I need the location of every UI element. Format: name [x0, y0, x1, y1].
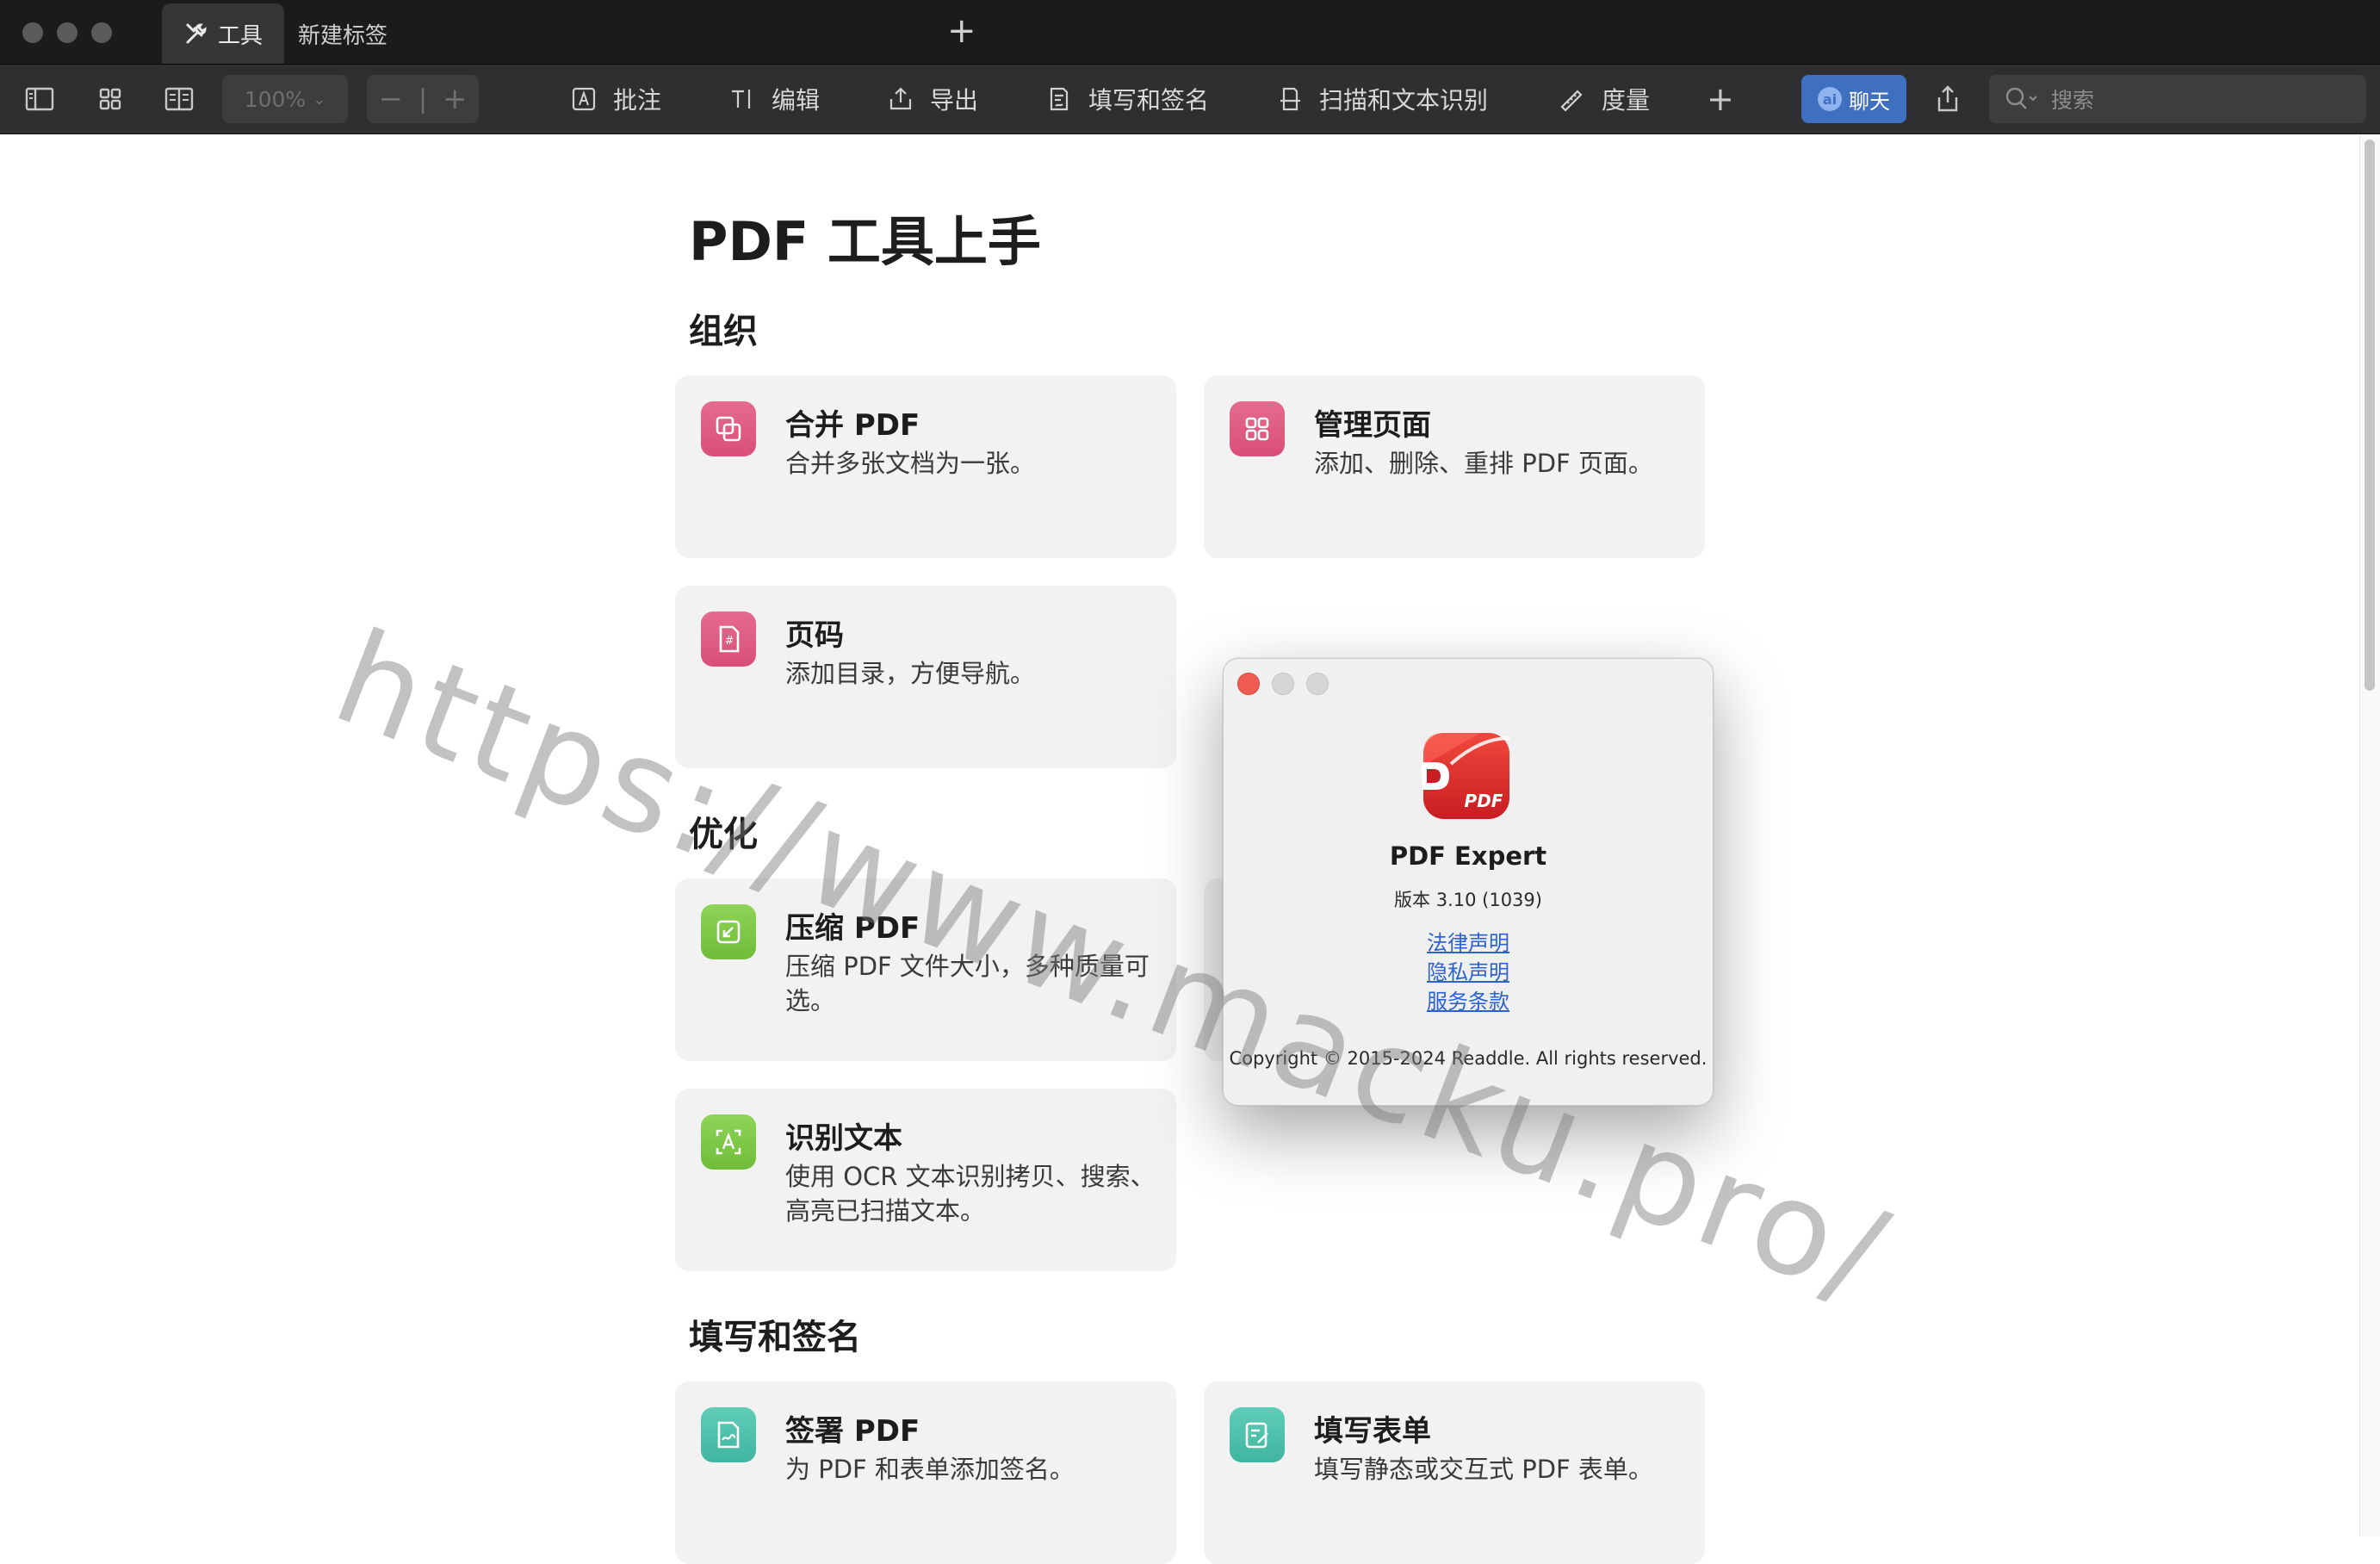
chevron-down-icon: ⌄ [313, 90, 326, 109]
merge-icon [701, 401, 756, 456]
card-title: 签署 PDF [785, 1414, 920, 1449]
dialog-close-button[interactable] [1237, 673, 1260, 695]
window-zoom-button[interactable] [91, 22, 112, 43]
ocr-icon [701, 1114, 756, 1170]
app-name: PDF Expert [1389, 841, 1547, 871]
card-title: 页码 [785, 618, 844, 653]
dialog-minimize-button [1272, 673, 1294, 695]
app-version: 版本 3.10 (1039) [1394, 890, 1542, 910]
toolbar-measure-label: 度量 [1602, 86, 1651, 115]
zoom-divider: | [418, 84, 428, 115]
legal-notice-link[interactable]: 法律声明 [1224, 926, 1713, 956]
card-description: 使用 OCR 文本识别拷贝、搜索、高亮已扫描文本。 [785, 1162, 1156, 1226]
toolbar-edit-label: 编辑 [772, 86, 821, 115]
signature-icon [701, 1407, 756, 1462]
card-description: 添加、删除、重排 PDF 页面。 [1314, 449, 1653, 478]
card-merge-pdf[interactable]: 合并 PDF 合并多张文档为一张。 [675, 375, 1176, 558]
card-description: 为 PDF 和表单添加签名。 [785, 1455, 1075, 1484]
pdf-expert-logo: PDF [1422, 733, 1510, 819]
window-minimize-button[interactable] [57, 22, 77, 43]
dialog-zoom-button [1306, 673, 1329, 695]
scrollbar-thumb[interactable] [2365, 140, 2375, 691]
main-content [0, 134, 2359, 1536]
compress-icon [701, 904, 756, 959]
toolbar-export-button[interactable]: 导出 [887, 82, 978, 116]
fill-sign-icon [1050, 87, 1069, 111]
page-title: PDF 工具上手 [689, 210, 1041, 273]
card-title: 压缩 PDF [785, 911, 920, 946]
section-title-fill-sign: 填写和签名 [689, 1318, 861, 1357]
thumbnail-grid-icon[interactable] [95, 84, 126, 115]
card-fill-form[interactable]: 填写表单 填写静态或交互式 PDF 表单。 [1204, 1381, 1705, 1564]
card-title: 合并 PDF [785, 408, 920, 443]
card-description: 合并多张文档为一张。 [785, 449, 1036, 478]
form-fill-icon [1230, 1407, 1285, 1462]
about-dialog: PDF PDF Expert 版本 3.10 (1039) 法律声明 隐私声明 … [1223, 658, 1714, 1106]
chat-label: 聊天 [1849, 89, 1890, 114]
toolbar-annotate-label: 批注 [613, 86, 662, 115]
card-description: 添加目录，方便导航。 [785, 659, 1036, 688]
toolbar-edit-button[interactable]: 编辑 [728, 82, 820, 116]
card-manage-pages[interactable]: 管理页面 添加、删除、重排 PDF 页面。 [1204, 375, 1705, 558]
tab-tools-label: 工具 [217, 22, 263, 49]
export-icon [889, 87, 912, 110]
window-close-button[interactable] [22, 22, 43, 43]
measure-icon [1560, 90, 1583, 112]
ai-chat-icon: ai [1818, 87, 1842, 111]
chat-button[interactable]: ai 聊天 [1801, 75, 1906, 123]
zoom-select[interactable]: 100% ⌄ [222, 75, 348, 123]
toolbar-fill-sign-button[interactable]: 填写和签名 [1045, 82, 1209, 116]
zoom-value: 100% [244, 86, 307, 112]
search-input[interactable]: 搜索 [1989, 75, 2366, 123]
annotate-icon [572, 87, 596, 111]
search-icon [2005, 87, 2037, 109]
toolbar-measure-button[interactable]: 度量 [1557, 82, 1650, 116]
copyright-text: Copyright © 2015-2024 Readdle. All right… [1229, 1048, 1708, 1069]
toolbar: 100% ⌄ − | + 批注 编辑 导出 填写和签名 扫描和文本识别 度量 +… [0, 65, 2380, 134]
card-title: 识别文本 [785, 1121, 902, 1156]
toolbar-scan-ocr-label: 扫描和文本识别 [1319, 86, 1489, 115]
tools-icon [186, 23, 207, 44]
zoom-stepper: − | + [367, 75, 479, 123]
privacy-policy-link[interactable]: 隐私声明 [1224, 955, 1713, 985]
card-title: 填写表单 [1314, 1414, 1431, 1449]
toolbar-annotate-button[interactable]: 批注 [570, 82, 661, 116]
card-description: 压缩 PDF 文件大小，多种质量可选。 [785, 952, 1150, 1015]
page-number-icon: # [701, 611, 756, 667]
scan-ocr-icon [1280, 87, 1300, 111]
reading-view-icon[interactable] [164, 84, 195, 115]
tab-tools[interactable]: 工具 [162, 3, 284, 64]
section-title-optimize: 优化 [689, 815, 758, 854]
title-bar: 工具 新建标签 + [0, 0, 2380, 65]
card-ocr-text[interactable]: 识别文本 使用 OCR 文本识别拷贝、搜索、高亮已扫描文本。 [675, 1089, 1176, 1271]
tab-new-label: 新建标签 [298, 22, 388, 49]
card-title: 管理页面 [1314, 408, 1431, 443]
zoom-in-icon[interactable]: + [443, 82, 468, 116]
section-title-organize: 组织 [689, 312, 758, 351]
toolbar-fill-sign-label: 填写和签名 [1088, 86, 1210, 115]
toolbar-export-label: 导出 [930, 86, 979, 115]
zoom-out-icon[interactable]: − [378, 82, 403, 116]
card-sign-pdf[interactable]: 签署 PDF 为 PDF 和表单添加签名。 [675, 1381, 1176, 1564]
sidebar-toggle-icon[interactable] [24, 84, 55, 115]
share-icon[interactable] [1932, 84, 1963, 115]
toolbar-add-plus-icon[interactable]: + [1707, 80, 1734, 118]
terms-of-service-link[interactable]: 服务条款 [1224, 984, 1713, 1015]
toolbar-scan-ocr-button[interactable]: 扫描和文本识别 [1276, 82, 1488, 116]
card-description: 填写静态或交互式 PDF 表单。 [1314, 1455, 1653, 1484]
tab-new[interactable]: 新建标签 [284, 3, 599, 64]
edit-text-icon [732, 90, 751, 109]
new-tab-plus-icon[interactable]: + [947, 14, 976, 48]
card-compress-pdf[interactable]: 压缩 PDF 压缩 PDF 文件大小，多种质量可选。 [675, 878, 1176, 1061]
search-placeholder: 搜索 [2051, 88, 2095, 113]
svg-text:PDF: PDF [1465, 791, 1503, 811]
pages-grid-icon [1230, 401, 1285, 456]
card-page-numbers[interactable]: # 页码 添加目录，方便导航。 [675, 586, 1176, 768]
svg-text:#: # [725, 635, 734, 648]
